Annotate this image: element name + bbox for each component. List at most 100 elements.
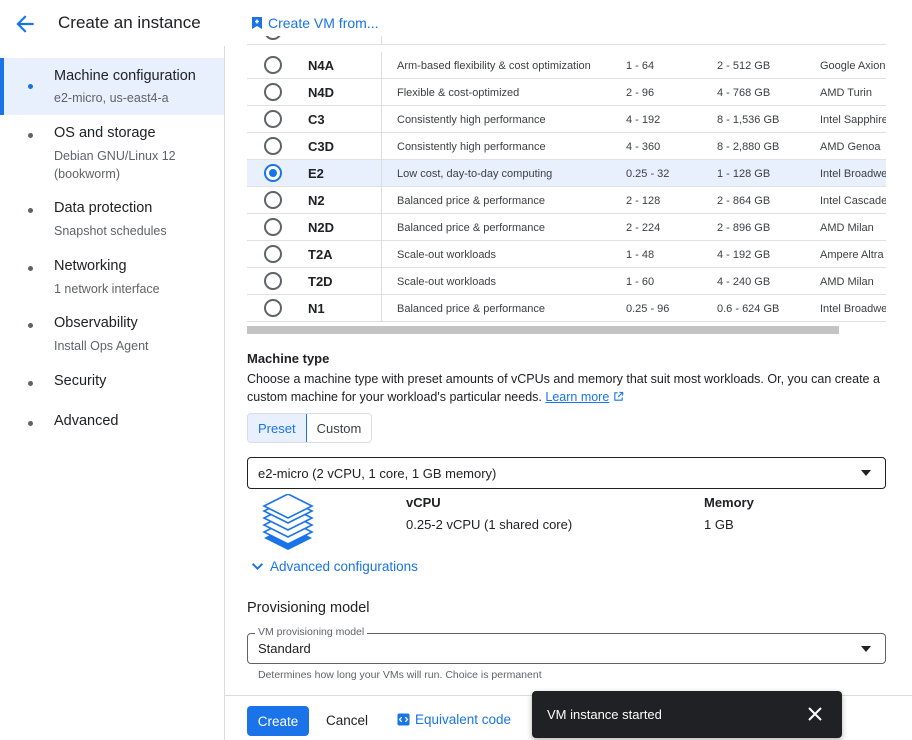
cancel-button[interactable]: Cancel bbox=[326, 713, 368, 728]
series-description: Arm-based flexibility & cost optimizatio… bbox=[397, 60, 591, 72]
table-row[interactable]: N4A Arm-based flexibility & cost optimiz… bbox=[247, 52, 886, 79]
back-arrow-icon[interactable] bbox=[12, 11, 38, 37]
table-row[interactable]: T2A Scale-out workloads 1 - 48 4 - 192 G… bbox=[247, 241, 886, 268]
series-name: T2D bbox=[308, 274, 333, 289]
create-vm-from-button[interactable]: Create VM from... bbox=[250, 15, 378, 31]
series-description: Balanced price & performance bbox=[397, 222, 545, 234]
radio-button[interactable] bbox=[264, 110, 282, 128]
series-vcpus: 2 - 96 bbox=[626, 87, 655, 99]
code-icon bbox=[397, 713, 410, 726]
sidebar-item-security[interactable]: Security bbox=[0, 372, 224, 396]
bullet-icon bbox=[28, 208, 33, 213]
series-vcpus: 1 - 64 bbox=[626, 60, 655, 72]
column-divider bbox=[381, 268, 382, 295]
series-memory: 4 - 192 GB bbox=[717, 249, 771, 261]
equivalent-code-button[interactable]: Equivalent code bbox=[397, 712, 511, 727]
series-memory: 8 - 1,536 GB bbox=[717, 114, 780, 126]
series-description: Flexible & cost-optimized bbox=[397, 87, 520, 99]
sidebar-item-title: Networking bbox=[54, 258, 127, 274]
table-row[interactable]: T2D Scale-out workloads 1 - 60 4 - 240 G… bbox=[247, 268, 886, 295]
table-row[interactable]: N2 Balanced price & performance 2 - 128 … bbox=[247, 187, 886, 214]
sidebar-item-subtitle: 1 network interface bbox=[54, 282, 160, 296]
table-row-selected[interactable]: E2 Low cost, day-to-day computing 0.25 -… bbox=[247, 160, 886, 187]
stacked-layers-icon bbox=[262, 494, 314, 550]
sidebar-item-title: Observability bbox=[54, 315, 138, 331]
dropdown-arrow-icon bbox=[861, 470, 871, 476]
machine-type-description: Choose a machine type with preset amount… bbox=[247, 370, 892, 406]
radio-button-checked[interactable] bbox=[264, 164, 282, 182]
column-divider bbox=[381, 214, 382, 241]
memory-value: 1 GB bbox=[704, 517, 734, 532]
vcpu-label: vCPU bbox=[406, 495, 441, 510]
create-button[interactable]: Create bbox=[247, 706, 309, 736]
custom-toggle-button[interactable]: Custom bbox=[306, 414, 372, 442]
sidebar-item-os-and-storage[interactable]: OS and storage Debian GNU/Linux 12 (book… bbox=[0, 124, 224, 184]
series-name: N4A bbox=[308, 58, 335, 73]
machine-series-table: N4A Arm-based flexibility & cost optimiz… bbox=[247, 36, 886, 322]
sidebar-item-data-protection[interactable]: Data protection Snapshot schedules bbox=[0, 199, 224, 243]
series-description: Low cost, day-to-day computing bbox=[397, 168, 553, 180]
series-memory: 4 - 240 GB bbox=[717, 276, 771, 288]
machine-type-heading: Machine type bbox=[247, 351, 330, 366]
series-name: C3 bbox=[308, 112, 325, 127]
series-description: Balanced price & performance bbox=[397, 303, 545, 315]
series-vcpus: 0.25 - 96 bbox=[626, 303, 670, 315]
preset-toggle-button[interactable]: Preset bbox=[248, 414, 308, 442]
horizontal-scrollbar[interactable] bbox=[247, 326, 839, 334]
series-vcpus: 4 - 192 bbox=[626, 114, 661, 126]
series-vcpus: 1 - 60 bbox=[626, 276, 655, 288]
learn-more-link[interactable]: Learn more bbox=[545, 390, 609, 404]
series-vcpus: 2 - 128 bbox=[626, 195, 661, 207]
memory-label: Memory bbox=[704, 495, 754, 510]
radio-button[interactable] bbox=[264, 218, 282, 236]
series-memory: 2 - 864 GB bbox=[717, 195, 771, 207]
sidebar-item-advanced[interactable]: Advanced bbox=[0, 412, 224, 436]
table-row[interactable]: N4D Flexible & cost-optimized 2 - 96 4 -… bbox=[247, 79, 886, 106]
sidebar-item-title: Data protection bbox=[54, 200, 153, 216]
provisioning-model-select[interactable]: VM provisioning model Standard bbox=[247, 626, 886, 664]
series-description: Scale-out workloads bbox=[397, 249, 497, 261]
series-platform: Intel Broadwe bbox=[820, 303, 886, 315]
radio-button[interactable] bbox=[264, 272, 282, 290]
series-memory: 8 - 2,880 GB bbox=[717, 141, 780, 153]
radio-button[interactable] bbox=[264, 299, 282, 317]
series-platform: AMD Turin bbox=[820, 87, 872, 99]
bookmark-add-icon bbox=[252, 17, 262, 29]
sidebar-item-machine-configuration[interactable]: Machine configuration e2-micro, us-east4… bbox=[0, 58, 224, 115]
table-row[interactable] bbox=[247, 36, 886, 45]
sidebar-item-title: Advanced bbox=[54, 413, 119, 429]
page-title: Create an instance bbox=[58, 13, 201, 32]
snackbar-toast: VM instance started bbox=[532, 691, 842, 738]
active-indicator bbox=[0, 58, 4, 115]
column-divider bbox=[381, 52, 382, 79]
table-row[interactable]: C3 Consistently high performance 4 - 192… bbox=[247, 106, 886, 133]
radio-button[interactable] bbox=[264, 245, 282, 263]
series-memory: 2 - 896 GB bbox=[717, 222, 771, 234]
series-name: N2 bbox=[308, 193, 325, 208]
close-icon[interactable] bbox=[806, 705, 824, 723]
series-name: E2 bbox=[308, 166, 324, 181]
series-platform: AMD Genoa bbox=[820, 141, 881, 153]
open-in-new-icon bbox=[614, 391, 623, 401]
provisioning-model-field-label: VM provisioning model bbox=[255, 626, 368, 638]
table-row[interactable]: N1 Balanced price & performance 0.25 - 9… bbox=[247, 295, 886, 322]
series-memory: 1 - 128 GB bbox=[717, 168, 771, 180]
provisioning-model-help-text: Determines how long your VMs will run. C… bbox=[258, 669, 542, 681]
sidebar-item-title: Machine configuration bbox=[54, 68, 196, 84]
series-vcpus: 4 - 360 bbox=[626, 141, 661, 153]
bullet-icon bbox=[28, 84, 33, 89]
bullet-icon bbox=[28, 421, 33, 426]
series-name: T2A bbox=[308, 247, 333, 262]
radio-button[interactable] bbox=[264, 191, 282, 209]
sidebar-item-observability[interactable]: Observability Install Ops Agent bbox=[0, 314, 224, 358]
advanced-configurations-toggle[interactable]: Advanced configurations bbox=[251, 559, 418, 574]
radio-button[interactable] bbox=[264, 36, 282, 40]
radio-button[interactable] bbox=[264, 56, 282, 74]
radio-button[interactable] bbox=[264, 137, 282, 155]
table-row[interactable]: C3D Consistently high performance 4 - 36… bbox=[247, 133, 886, 160]
table-row[interactable]: N2D Balanced price & performance 2 - 224… bbox=[247, 214, 886, 241]
sidebar-item-networking[interactable]: Networking 1 network interface bbox=[0, 257, 224, 301]
radio-button[interactable] bbox=[264, 83, 282, 101]
machine-type-selected-value: e2-micro (2 vCPU, 1 core, 1 GB memory) bbox=[258, 466, 497, 481]
machine-type-select[interactable]: e2-micro (2 vCPU, 1 core, 1 GB memory) bbox=[247, 457, 886, 489]
